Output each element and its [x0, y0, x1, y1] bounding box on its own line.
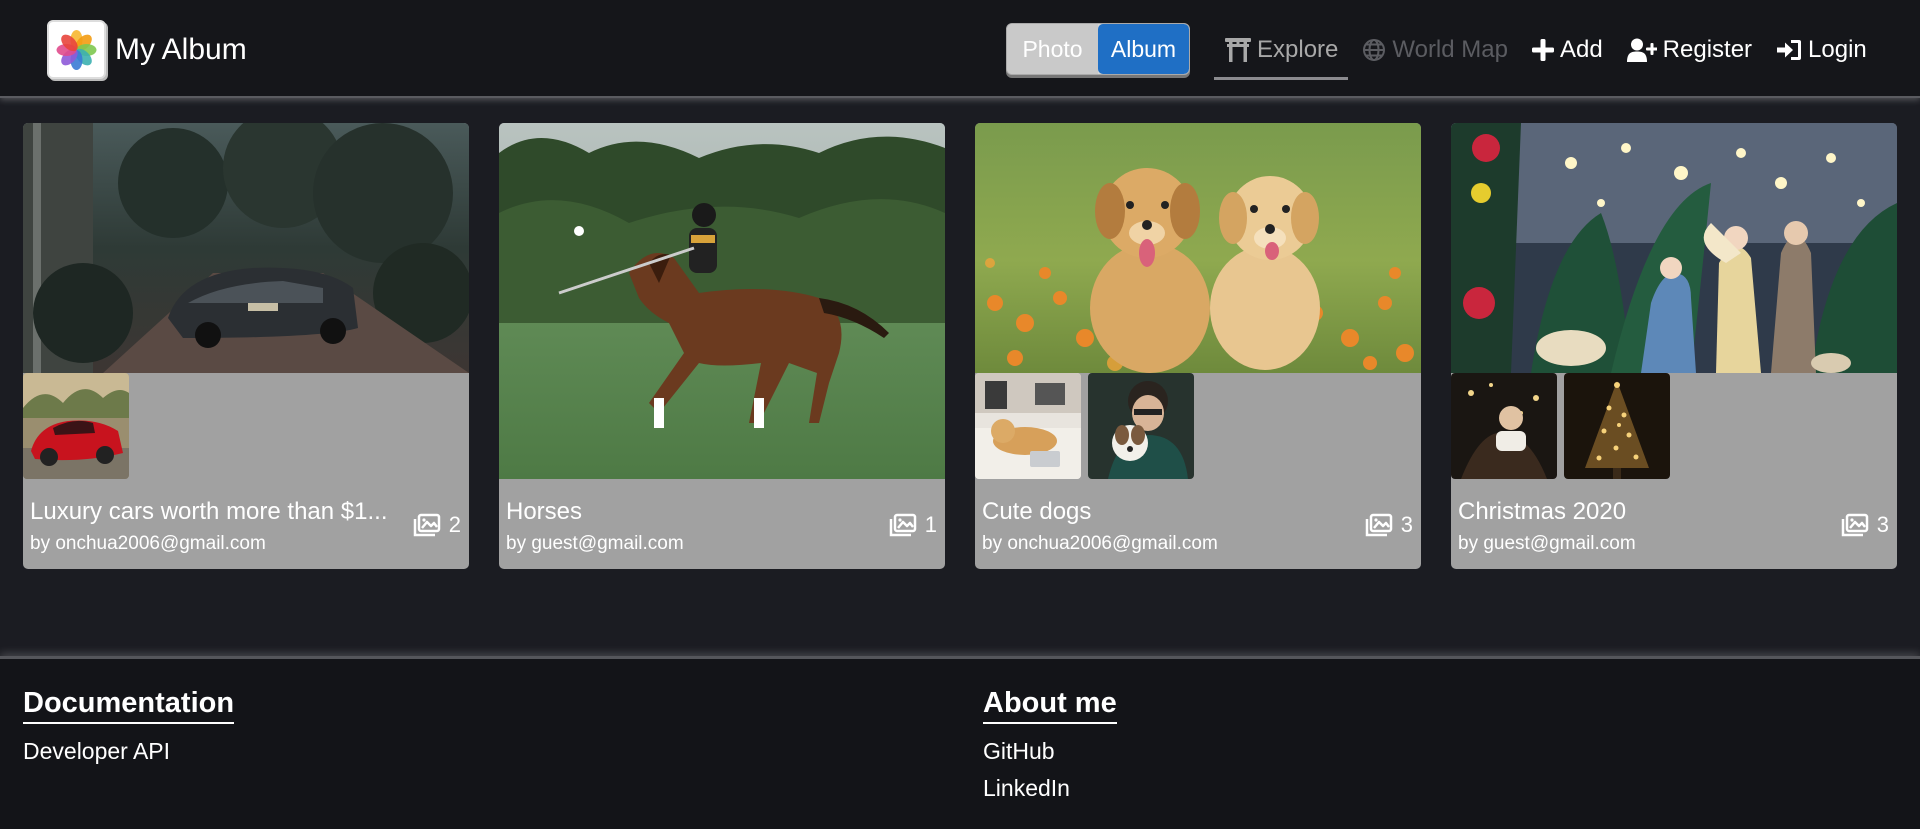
explore-active-indicator	[1214, 77, 1348, 80]
album-title: Horses	[506, 498, 583, 525]
album-title: Cute dogs	[982, 498, 1092, 525]
nav-add-label: Add	[1559, 36, 1603, 63]
album-author: by onchua2006@gmail.com	[30, 533, 266, 554]
photo-count-value: 3	[1876, 512, 1889, 537]
plus-icon	[1531, 39, 1554, 61]
footer: Documentation Developer API About me Git…	[0, 656, 1920, 829]
nav-register[interactable]: Register	[1626, 36, 1753, 64]
images-icon	[1841, 513, 1868, 537]
nav-add[interactable]: Add	[1531, 36, 1603, 64]
footer-documentation: Documentation Developer API	[23, 687, 235, 765]
album-author: by guest@gmail.com	[1458, 533, 1636, 554]
images-icon	[1365, 513, 1392, 537]
photos-app-icon	[47, 20, 106, 79]
sign-in-icon	[1777, 40, 1802, 60]
album-card[interactable]: Luxury cars worth more than $1... by onc…	[23, 123, 469, 569]
photo-count-value: 2	[448, 512, 461, 537]
album-thumbnail[interactable]	[975, 373, 1081, 479]
photo-count-value: 3	[1400, 512, 1413, 537]
photo-count: 1	[889, 512, 937, 538]
images-icon	[889, 513, 916, 537]
nav-login[interactable]: Login	[1776, 36, 1867, 64]
album-thumbnail[interactable]	[23, 373, 129, 479]
footer-documentation-heading: Documentation	[23, 687, 235, 724]
album-title: Luxury cars worth more than $1...	[30, 498, 388, 525]
nav-register-label: Register	[1662, 36, 1753, 63]
nav-world-map[interactable]: World Map	[1362, 36, 1508, 64]
photo-count: 2	[413, 512, 461, 538]
images-icon	[413, 513, 440, 537]
album-thumbnail[interactable]	[1564, 373, 1670, 479]
album-view-button[interactable]: Album	[1098, 24, 1189, 74]
album-cover-image[interactable]	[23, 123, 469, 373]
album-cover-image[interactable]	[499, 123, 945, 479]
user-plus-icon	[1626, 38, 1657, 62]
navbar: My Album Photo Album Explore World Map A…	[0, 0, 1920, 98]
view-toggle: Photo Album	[1006, 23, 1190, 75]
linkedin-link[interactable]: LinkedIn	[983, 775, 1117, 802]
album-cover-image[interactable]	[1451, 123, 1897, 373]
torii-gate-icon	[1225, 38, 1251, 62]
nav-explore[interactable]: Explore	[1225, 36, 1338, 64]
album-thumbnails	[23, 373, 136, 479]
album-thumbnails	[975, 373, 1201, 479]
github-link[interactable]: GitHub	[983, 738, 1117, 765]
album-card[interactable]: Cute dogs by onchua2006@gmail.com 3	[975, 123, 1421, 569]
nav-links: Explore World Map Add Register Login	[1225, 32, 1891, 68]
nav-explore-label: Explore	[1257, 36, 1339, 63]
brand-link[interactable]: My Album	[47, 20, 247, 79]
album-author: by guest@gmail.com	[506, 533, 684, 554]
nav-world-map-label: World Map	[1392, 36, 1508, 63]
album-cover-image[interactable]	[975, 123, 1421, 373]
footer-about: About me GitHub LinkedIn	[983, 687, 1117, 802]
album-thumbnail[interactable]	[1088, 373, 1194, 479]
brand-title: My Album	[115, 32, 247, 66]
nav-login-label: Login	[1808, 36, 1867, 63]
album-card[interactable]: Christmas 2020 by guest@gmail.com 3	[1451, 123, 1897, 569]
album-thumbnail[interactable]	[1451, 373, 1557, 479]
globe-icon	[1363, 39, 1386, 61]
photo-count: 3	[1365, 512, 1413, 538]
album-author: by onchua2006@gmail.com	[982, 533, 1218, 554]
album-title: Christmas 2020	[1458, 498, 1627, 525]
footer-about-heading: About me	[983, 687, 1117, 724]
album-card[interactable]: Horses by guest@gmail.com 1	[499, 123, 945, 569]
album-thumbnails	[1451, 373, 1677, 479]
photo-count-value: 1	[924, 512, 937, 537]
developer-api-link[interactable]: Developer API	[23, 738, 234, 765]
photo-view-button[interactable]: Photo	[1007, 24, 1098, 74]
photo-count: 3	[1841, 512, 1889, 538]
